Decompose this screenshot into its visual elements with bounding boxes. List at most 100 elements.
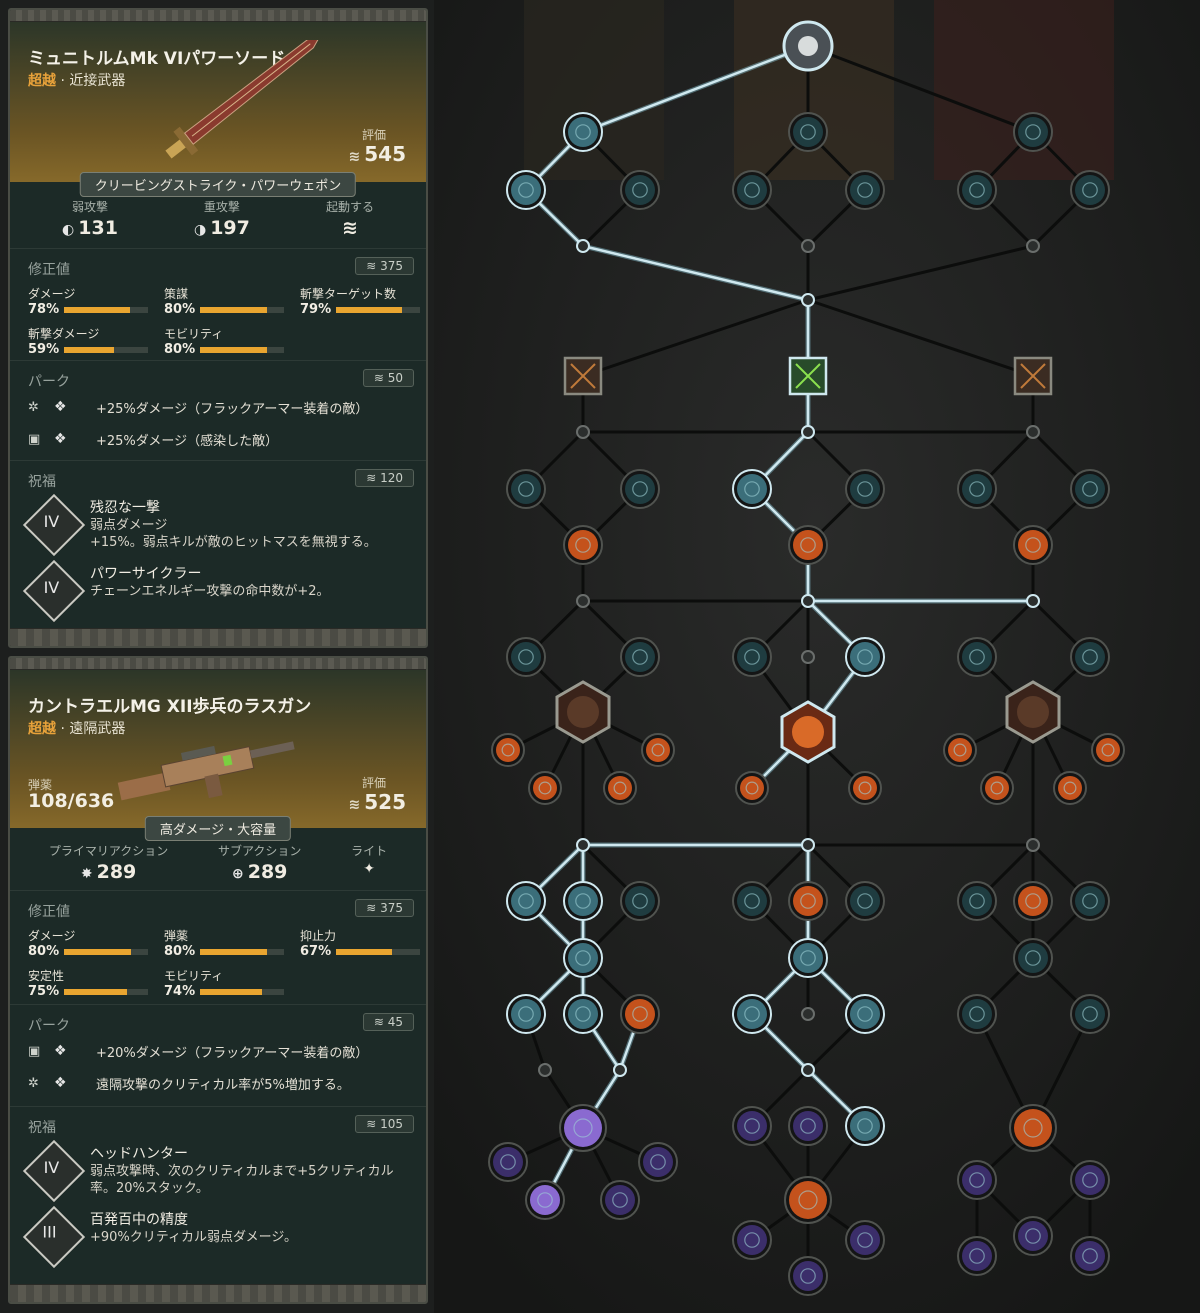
talent-node[interactable] <box>1096 738 1120 762</box>
modifier-value: 80% <box>164 944 196 959</box>
talent-node[interactable] <box>511 175 541 205</box>
talent-node[interactable] <box>793 943 823 973</box>
talent-node[interactable] <box>625 886 655 916</box>
talent-node[interactable] <box>605 1185 635 1215</box>
portrait-right <box>934 0 1114 180</box>
talent-node[interactable] <box>530 1185 560 1215</box>
talent-node[interactable] <box>789 1181 827 1219</box>
talent-node[interactable] <box>511 642 541 672</box>
talent-node[interactable] <box>850 1111 880 1141</box>
tree-junction <box>576 594 590 608</box>
modifier-label: 斬撃ダメージ <box>28 327 100 341</box>
tree-junction <box>801 838 815 852</box>
talent-node[interactable] <box>1018 530 1048 560</box>
perk-diamond-icon: ❖ <box>54 399 67 415</box>
talent-node[interactable] <box>962 1165 992 1195</box>
section-badge: ≋ 375 <box>355 899 414 917</box>
talent-node[interactable] <box>793 530 823 560</box>
talent-node[interactable] <box>568 943 598 973</box>
talent-node[interactable] <box>948 738 972 762</box>
lock-icon: ▣ <box>28 1043 41 1059</box>
talent-node[interactable] <box>1075 642 1105 672</box>
talent-node[interactable] <box>564 1109 602 1147</box>
talent-node[interactable] <box>737 1225 767 1255</box>
talent-node[interactable] <box>625 474 655 504</box>
talent-node[interactable] <box>962 642 992 672</box>
talent-node[interactable] <box>793 117 823 147</box>
talent-node[interactable] <box>853 776 877 800</box>
talent-node[interactable] <box>793 1261 823 1291</box>
rating-chevron-icon: ≋ <box>348 149 361 165</box>
talent-node[interactable] <box>1075 1165 1105 1195</box>
talent-node[interactable] <box>643 1147 673 1177</box>
talent-node[interactable] <box>1075 175 1105 205</box>
talent-node[interactable] <box>1075 1241 1105 1271</box>
section-title: パーク <box>28 374 70 390</box>
talent-node[interactable] <box>737 886 767 916</box>
talent-node[interactable] <box>625 999 655 1029</box>
talent-node[interactable] <box>737 999 767 1029</box>
stat-value: ⊕ 289 <box>218 861 301 883</box>
section-badge: ≋ 50 <box>362 369 414 387</box>
section-title: 祝福 <box>28 474 56 490</box>
talent-node[interactable] <box>568 886 598 916</box>
card-frame-bottom <box>10 628 426 646</box>
talent-node[interactable] <box>1018 886 1048 916</box>
crosshair-icon: ⊕ <box>231 866 244 882</box>
talent-node[interactable] <box>568 117 598 147</box>
talent-node[interactable] <box>850 474 880 504</box>
talent-node[interactable] <box>511 474 541 504</box>
talent-node[interactable] <box>850 999 880 1029</box>
talent-node[interactable] <box>533 776 557 800</box>
talent-node[interactable] <box>962 886 992 916</box>
talent-node[interactable] <box>1058 776 1082 800</box>
talent-node[interactable] <box>737 474 767 504</box>
talent-node[interactable] <box>850 175 880 205</box>
talent-node[interactable] <box>850 886 880 916</box>
talent-node[interactable] <box>793 886 823 916</box>
talent-node[interactable] <box>493 1147 523 1177</box>
modifier-bar <box>64 306 148 313</box>
talent-node[interactable] <box>511 886 541 916</box>
talent-node[interactable] <box>1018 1221 1048 1251</box>
talent-node[interactable] <box>850 1225 880 1255</box>
talent-node[interactable] <box>962 1241 992 1271</box>
talent-node[interactable] <box>850 642 880 672</box>
talent-node[interactable] <box>793 1111 823 1141</box>
talent-node[interactable] <box>1018 117 1048 147</box>
talent-node[interactable] <box>1075 474 1105 504</box>
talent-node[interactable] <box>962 175 992 205</box>
gear-icon: ✲ <box>28 399 39 415</box>
talent-node[interactable] <box>496 738 520 762</box>
talent-node[interactable] <box>511 999 541 1029</box>
tree-junction <box>1026 594 1040 608</box>
talent-node[interactable] <box>737 175 767 205</box>
modifier: 抑止力 67% <box>300 927 426 967</box>
talent-node[interactable] <box>737 1111 767 1141</box>
talent-node[interactable] <box>568 530 598 560</box>
modifier-value: 78% <box>28 302 60 317</box>
talent-node[interactable] <box>962 999 992 1029</box>
talent-node[interactable] <box>1018 943 1048 973</box>
talent-node[interactable] <box>740 776 764 800</box>
activate-stat: 起動する ≋ <box>326 198 374 248</box>
talent-node[interactable] <box>608 776 632 800</box>
power-sword-image <box>165 40 321 159</box>
talent-node[interactable] <box>1075 886 1105 916</box>
blessing-desc: +90%クリティカル弱点ダメージ。 <box>90 1230 297 1245</box>
talent-node[interactable] <box>985 776 1009 800</box>
talent-node[interactable] <box>646 738 670 762</box>
melee-perks: パーク ≋ 50 ✲ ❖ +25%ダメージ（フラックアーマー装着の敵） ▣ ❖ +25%… <box>10 360 426 460</box>
talent-node[interactable] <box>962 474 992 504</box>
stat-label: ライト <box>351 844 388 858</box>
talent-node[interactable] <box>625 642 655 672</box>
talent-node[interactable] <box>625 175 655 205</box>
talent-node[interactable] <box>568 999 598 1029</box>
badge-value: 120 <box>380 471 403 485</box>
talent-node[interactable] <box>1014 1109 1052 1147</box>
talent-node[interactable] <box>737 642 767 672</box>
weapon-tier: 超越 <box>28 73 56 89</box>
blessing: III 百発百中の精度 +90%クリティカル弱点ダメージ。 <box>22 1203 410 1269</box>
talent-node[interactable] <box>1075 999 1105 1029</box>
modifier-bar <box>64 346 148 353</box>
